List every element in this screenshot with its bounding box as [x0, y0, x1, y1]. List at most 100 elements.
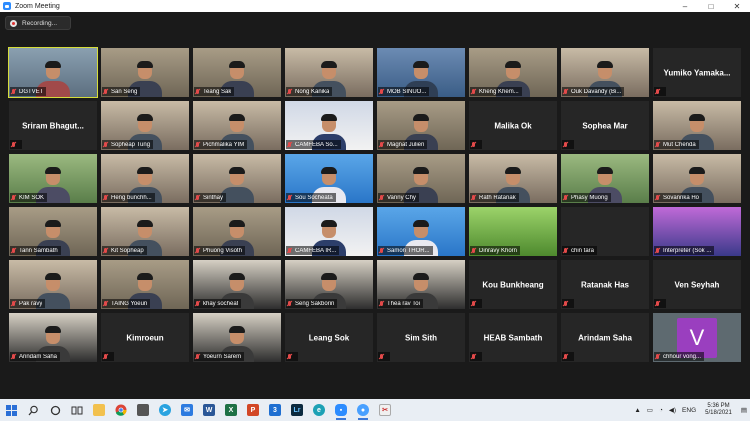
- muted-mic-icon: [655, 194, 660, 201]
- participant-tile[interactable]: khay socheat: [193, 260, 281, 309]
- search-icon[interactable]: [22, 399, 44, 421]
- participant-tile[interactable]: Tann Sambath: [9, 207, 97, 256]
- task-view-icon[interactable]: [66, 399, 88, 421]
- participant-tile[interactable]: Thea rav Toi: [377, 260, 465, 309]
- windows-start-icon[interactable]: [0, 399, 22, 421]
- maximize-button[interactable]: □: [698, 0, 724, 12]
- muted-mic-icon: [195, 141, 200, 148]
- clock[interactable]: 5:36 PM 5/18/2021: [705, 403, 732, 417]
- telegram-icon[interactable]: ➤: [154, 399, 176, 421]
- participant-tile[interactable]: Heng bunchh...: [101, 154, 189, 203]
- volume-icon[interactable]: ◀): [669, 406, 676, 414]
- notifications-icon[interactable]: ▤: [741, 406, 747, 414]
- participant-tile[interactable]: Samon THOR...: [377, 207, 465, 256]
- participant-tile[interactable]: Kou Bunkheang: [469, 260, 557, 309]
- title-bar[interactable]: Zoom Meeting – □ ✕: [0, 0, 750, 12]
- battery-icon[interactable]: ▭: [647, 406, 653, 414]
- zoom-chat-icon[interactable]: ●: [352, 399, 374, 421]
- participant-display-name: Arindam Saha: [578, 333, 632, 342]
- participant-tile[interactable]: Leang Sok: [285, 313, 373, 362]
- participant-tile[interactable]: Seng Sakborin: [285, 260, 373, 309]
- participant-tile[interactable]: Phasy Muong: [561, 154, 649, 203]
- participant-name-label: Rath Ratanak: [470, 193, 519, 202]
- snip-tool-icon[interactable]: ✂: [374, 399, 396, 421]
- participant-tile[interactable]: DGTVET: [8, 47, 98, 98]
- participant-tile[interactable]: Ven Seyhah: [653, 260, 741, 309]
- participant-tile[interactable]: Dinravy Khorn: [469, 207, 557, 256]
- participant-tile[interactable]: CAMFEBA IR...: [285, 207, 373, 256]
- powerpoint-icon[interactable]: P: [242, 399, 264, 421]
- participant-tile[interactable]: Sophea Mar: [561, 101, 649, 150]
- participant-tile[interactable]: Vchhour vong...: [653, 313, 741, 362]
- participant-name: Kheng Khem...: [479, 88, 519, 95]
- participant-tile[interactable]: Ouk Davandy (Bi...: [561, 48, 649, 97]
- recording-indicator[interactable]: Recording...: [5, 16, 71, 30]
- muted-mic-icon: [195, 247, 200, 254]
- participant-name: Tann Sambath: [19, 247, 58, 254]
- muted-mic-icon: [563, 88, 568, 95]
- participant-tile[interactable]: San Seng: [101, 48, 189, 97]
- lightroom-icon[interactable]: Lr: [286, 399, 308, 421]
- participant-name: Sinthay: [203, 194, 224, 201]
- edge-icon[interactable]: e: [308, 399, 330, 421]
- participant-tile[interactable]: Phuong Visoth: [193, 207, 281, 256]
- participant-display-name: Malika Ok: [494, 121, 532, 130]
- participant-tile[interactable]: TAING Yoeun: [101, 260, 189, 309]
- participant-name-label: TAING Yoeun: [102, 299, 151, 308]
- participant-tile[interactable]: Sriram Bhagut...: [9, 101, 97, 150]
- participant-tile[interactable]: Magnat Julien: [377, 101, 465, 150]
- participant-tile[interactable]: Arindam Saha: [9, 313, 97, 362]
- participant-tile[interactable]: Yumiko Yamaka...: [653, 48, 741, 97]
- language-indicator[interactable]: ENG: [682, 407, 696, 414]
- participant-name: Kit Sopheap: [111, 247, 144, 254]
- participant-tile[interactable]: Rath Ratanak: [469, 154, 557, 203]
- muted-mic-icon: [195, 300, 200, 307]
- participant-tile[interactable]: Ratanak Has: [561, 260, 649, 309]
- minimize-button[interactable]: –: [672, 0, 698, 12]
- participant-tile[interactable]: MOB SINUO...: [377, 48, 465, 97]
- participant-tile[interactable]: chin tara: [561, 207, 649, 256]
- participant-tile[interactable]: Sinthay: [193, 154, 281, 203]
- participant-tile[interactable]: Vanny Chy: [377, 154, 465, 203]
- participant-tile[interactable]: Sou Socheata: [285, 154, 373, 203]
- participant-tile[interactable]: Pichmalika YIM: [193, 101, 281, 150]
- participant-tile[interactable]: Mut Chenda: [653, 101, 741, 150]
- zoom-icon[interactable]: ▪: [330, 399, 352, 421]
- participant-name: Thea rav Toi: [387, 300, 420, 307]
- participant-name-label: Pichmalika YIM: [194, 140, 248, 149]
- participant-name-label: [470, 352, 482, 361]
- participant-tile[interactable]: Arindam Saha: [561, 313, 649, 362]
- mail-icon[interactable]: ✉: [176, 399, 198, 421]
- participant-tile[interactable]: Nong Kanika: [285, 48, 373, 97]
- participant-tile[interactable]: HEAB Sambath: [469, 313, 557, 362]
- store-icon[interactable]: [132, 399, 154, 421]
- participant-tile[interactable]: Kimroeun: [101, 313, 189, 362]
- show-hidden-icons-icon[interactable]: ▲: [634, 407, 640, 414]
- muted-mic-icon: [471, 88, 476, 95]
- muted-mic-icon: [655, 300, 660, 307]
- participant-name-label: Sopheap Tung: [102, 140, 154, 149]
- network-icon[interactable]: ◔: [659, 407, 663, 414]
- participant-tile[interactable]: KIM SOK: [9, 154, 97, 203]
- participant-tile[interactable]: Sovannka Ho: [653, 154, 741, 203]
- excel-icon[interactable]: X: [220, 399, 242, 421]
- participant-tile[interactable]: Sim Sith: [377, 313, 465, 362]
- participant-tile[interactable]: Teang Sak: [193, 48, 281, 97]
- participant-tile[interactable]: Pak ravy: [9, 260, 97, 309]
- participant-tile[interactable]: Kit Sopheap: [101, 207, 189, 256]
- chrome-icon[interactable]: [110, 399, 132, 421]
- participant-tile[interactable]: Interpreter (Sok ...: [653, 207, 741, 256]
- clock-time: 5:36 PM: [707, 403, 730, 409]
- muted-mic-icon: [103, 88, 108, 95]
- muted-mic-icon: [379, 141, 384, 148]
- participant-tile[interactable]: Yoeurn Sarem: [193, 313, 281, 362]
- app-3-icon[interactable]: 3: [264, 399, 286, 421]
- participant-tile[interactable]: Kheng Khem...: [469, 48, 557, 97]
- participant-tile[interactable]: CAMFEBA So...: [285, 101, 373, 150]
- word-icon[interactable]: W: [198, 399, 220, 421]
- participant-tile[interactable]: Malika Ok: [469, 101, 557, 150]
- participant-tile[interactable]: Sopheap Tung: [101, 101, 189, 150]
- file-explorer-icon[interactable]: [88, 399, 110, 421]
- close-button[interactable]: ✕: [724, 0, 750, 12]
- cortana-icon[interactable]: [44, 399, 66, 421]
